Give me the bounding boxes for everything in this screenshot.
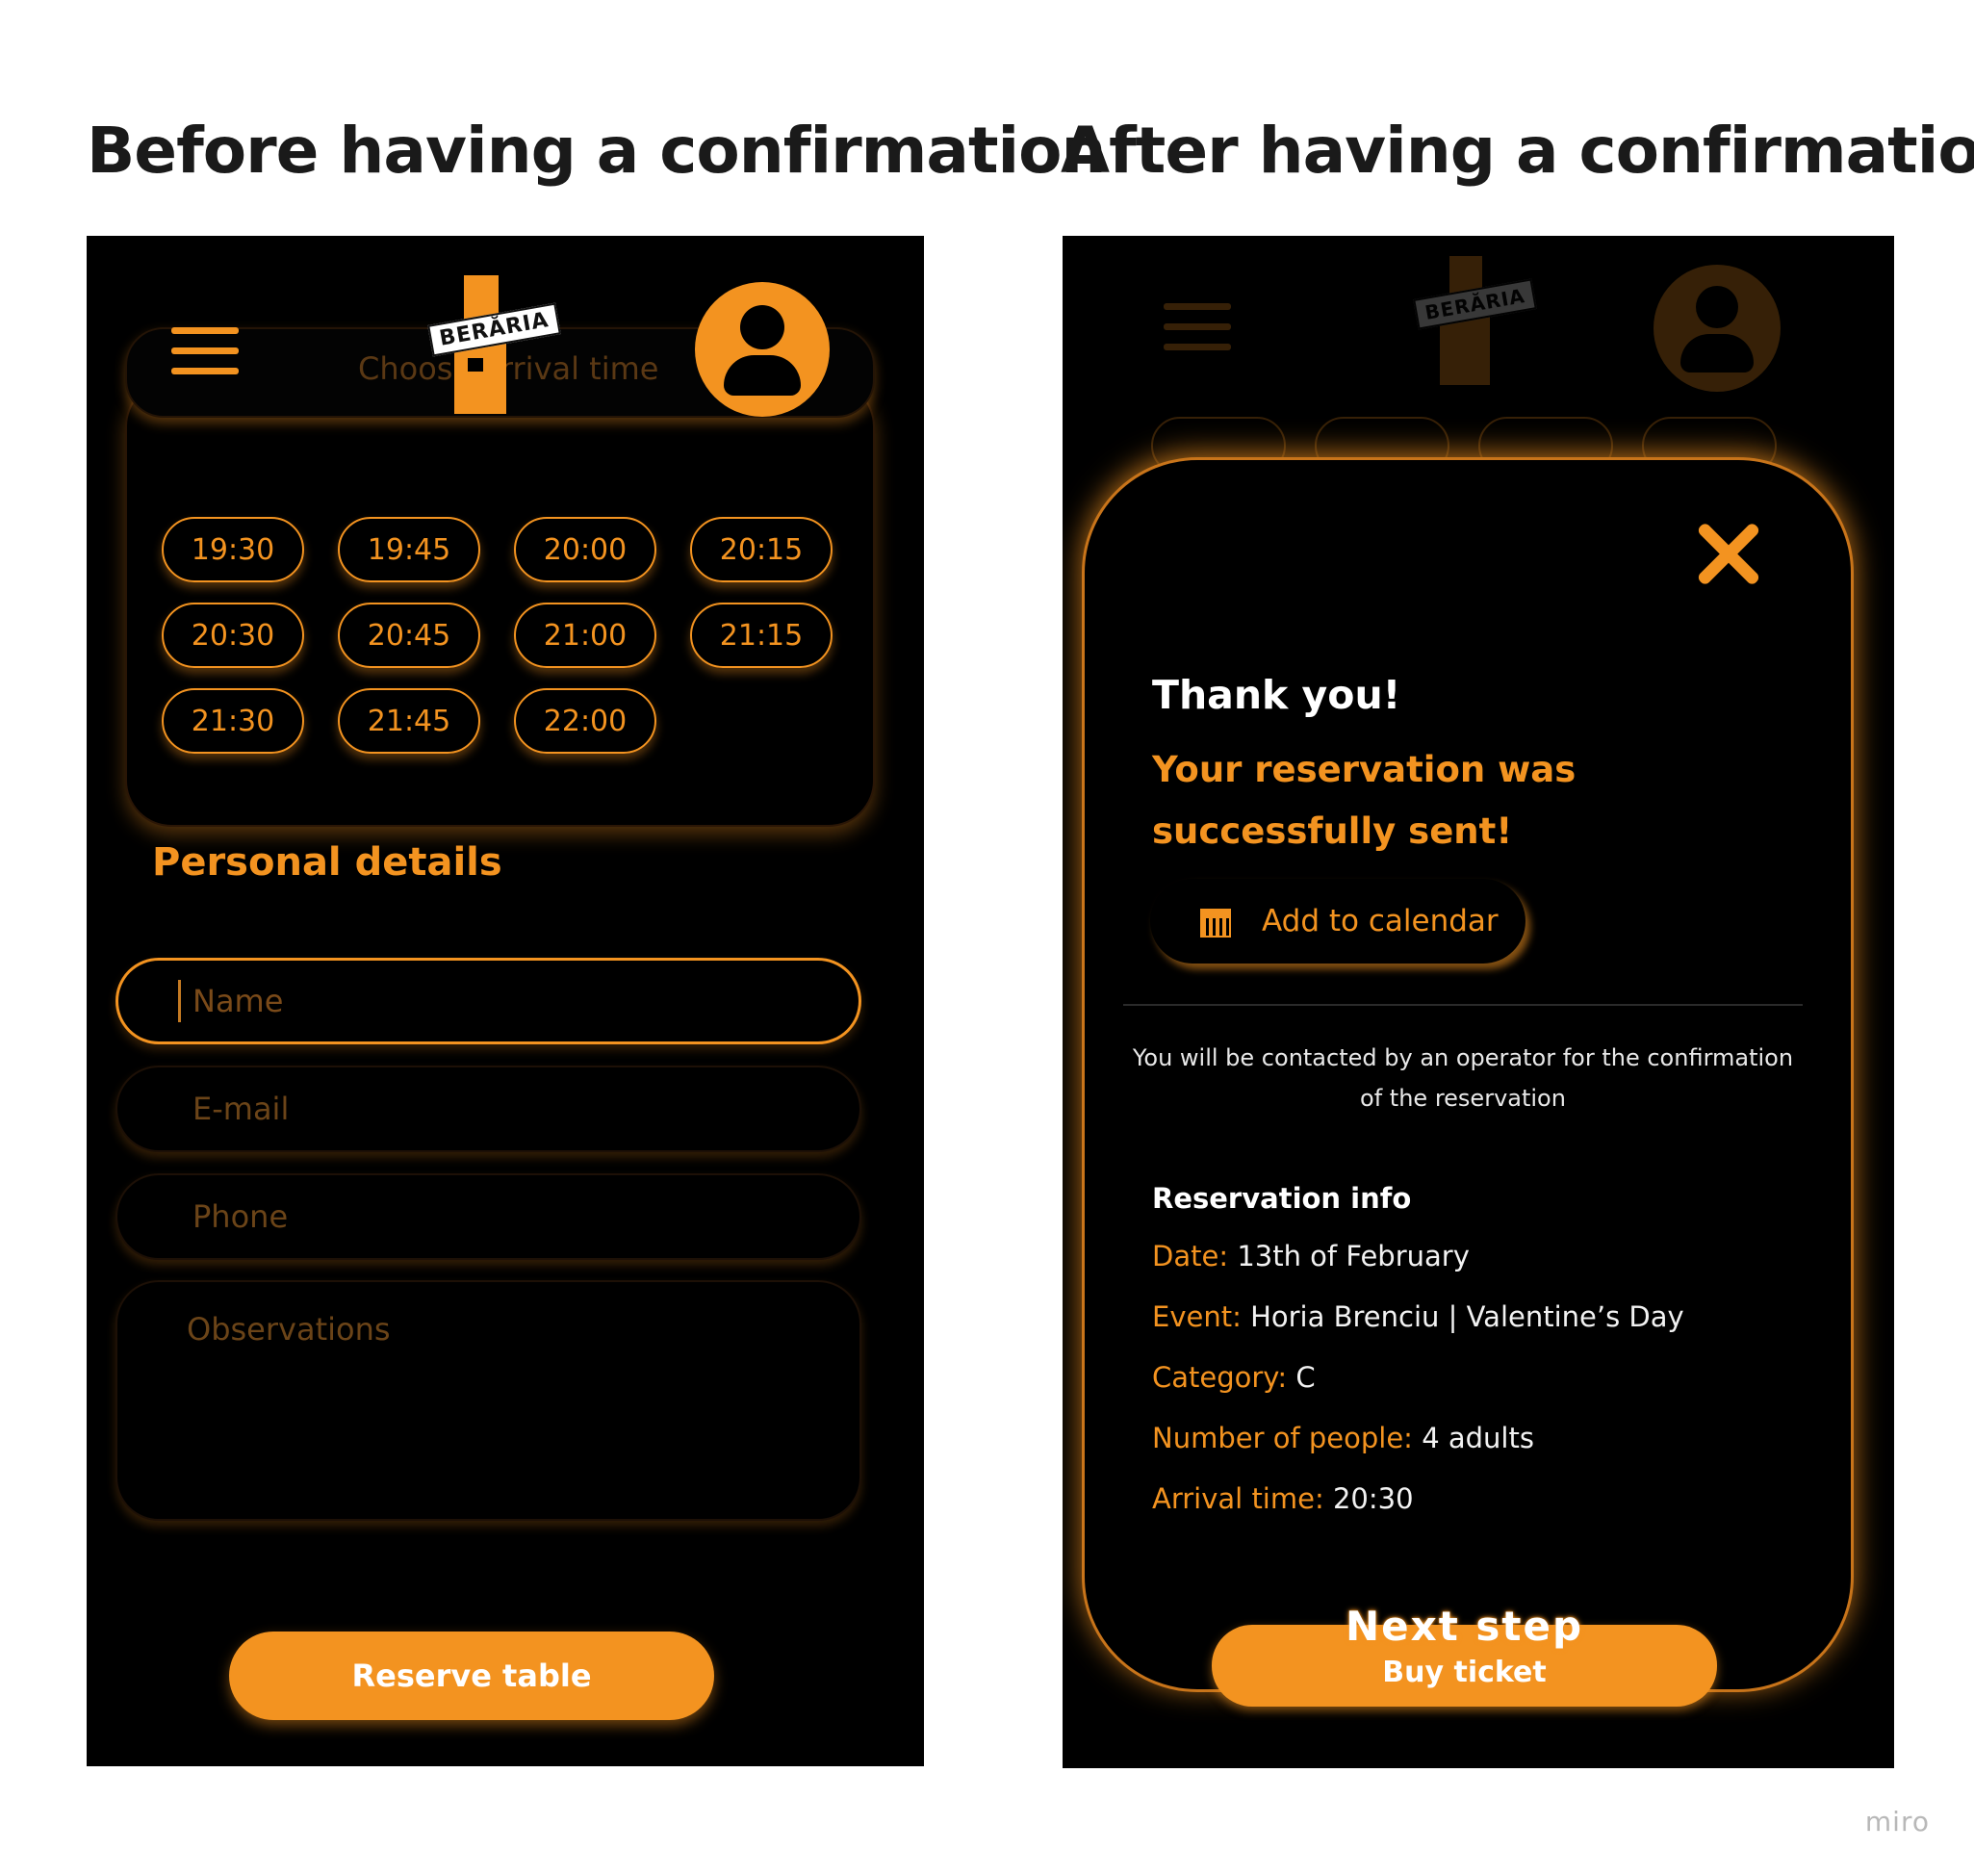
miro-watermark: miro [1864, 1806, 1930, 1837]
beraria-logo: BERĂRIA [1413, 250, 1537, 385]
time-slot[interactable]: 22:00 [514, 688, 656, 754]
time-slot-grid: 19:30 19:45 20:00 20:15 20:30 20:45 21:0… [162, 517, 834, 754]
buy-ticket-label: Buy ticket [1382, 1656, 1547, 1689]
info-row-people: Number of people: 4 adults [1152, 1422, 1534, 1454]
divider [1123, 1004, 1803, 1006]
time-slot[interactable]: 19:45 [338, 517, 480, 582]
info-row-arrival: Arrival time: 20:30 [1152, 1482, 1414, 1515]
reserve-table-button[interactable]: Reserve table [229, 1632, 714, 1720]
personal-details-title: Personal details [152, 840, 502, 885]
info-row-date: Date: 13th of February [1152, 1240, 1470, 1272]
name-placeholder: Name [192, 983, 284, 1019]
observations-placeholder: Observations [187, 1311, 391, 1348]
email-placeholder: E-mail [192, 1091, 290, 1127]
user-profile-icon [1654, 265, 1781, 392]
beraria-logo: BERĂRIA [427, 270, 561, 414]
time-slot[interactable]: 20:45 [338, 603, 480, 668]
add-to-calendar-label: Add to calendar [1262, 904, 1499, 938]
name-field[interactable]: Name [115, 958, 861, 1044]
next-step-label: Next step [1345, 1603, 1584, 1650]
success-message: Your reservation was successfully sent! [1152, 749, 1577, 852]
phone-before-screen: 19:30 19:45 20:00 20:15 20:30 20:45 21:0… [87, 236, 924, 1766]
time-slot[interactable]: 21:45 [338, 688, 480, 754]
info-row-event: Event: Horia Brenciu | Valentine’s Day [1152, 1300, 1684, 1333]
phone-placeholder: Phone [192, 1198, 289, 1235]
time-slot[interactable]: 21:30 [162, 688, 304, 754]
reservation-info-list: Date: 13th of February Event: Horia Bren… [1152, 1240, 1684, 1543]
observations-field[interactable]: Observations [115, 1280, 861, 1521]
phone-after-screen: BERĂRIA Thank you! Your reservation was … [1063, 236, 1894, 1768]
phone-field[interactable]: Phone [115, 1173, 861, 1260]
time-slot[interactable]: 19:30 [162, 517, 304, 582]
user-profile-icon[interactable] [695, 282, 830, 417]
time-slot[interactable]: 21:15 [690, 603, 833, 668]
calendar-icon [1200, 907, 1231, 938]
time-slot[interactable]: 21:00 [514, 603, 656, 668]
hamburger-menu-icon [1164, 303, 1231, 351]
add-to-calendar-button[interactable]: Add to calendar [1150, 879, 1525, 964]
time-slot[interactable]: 20:15 [690, 517, 833, 582]
hamburger-menu-icon[interactable] [171, 327, 239, 375]
close-x-icon[interactable] [1693, 518, 1764, 589]
before-heading: Before having a confirmation [87, 114, 1106, 188]
time-slot[interactable]: 20:00 [514, 517, 656, 582]
operator-contact-note: You will be contacted by an operator for… [1132, 1044, 1794, 1112]
arrival-time-card: 19:30 19:45 20:00 20:15 20:30 20:45 21:0… [125, 380, 875, 827]
after-heading: After having a confirmation [1061, 114, 1974, 188]
time-slot[interactable]: 20:30 [162, 603, 304, 668]
reservation-info-title: Reservation info [1152, 1182, 1412, 1215]
info-row-category: Category: C [1152, 1361, 1316, 1394]
email-field[interactable]: E-mail [115, 1066, 861, 1152]
thank-you-title: Thank you! [1152, 672, 1401, 718]
confirmation-modal: Thank you! Your reservation was successf… [1082, 457, 1854, 1692]
